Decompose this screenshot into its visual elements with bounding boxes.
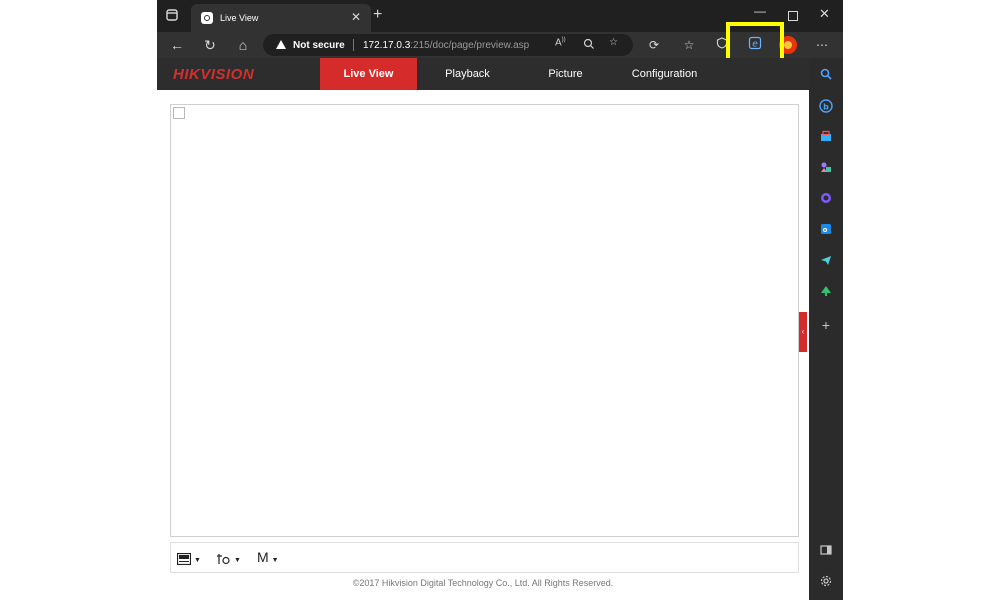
maximize-button[interactable] bbox=[788, 11, 798, 21]
site-favicon-icon bbox=[201, 12, 213, 24]
tab-live-view[interactable]: Live View bbox=[320, 58, 417, 90]
chevron-down-icon: ▼ bbox=[234, 557, 241, 564]
add-icon[interactable]: + bbox=[819, 318, 833, 332]
warning-icon bbox=[276, 40, 286, 49]
tree-icon[interactable] bbox=[819, 285, 833, 299]
url-host: 172.17.0.3 bbox=[363, 40, 411, 51]
games-icon[interactable] bbox=[819, 161, 833, 175]
web-page: HIKVISION Live View Playback Picture Con… bbox=[157, 58, 809, 600]
copyright-footer: ©2017 Hikvision Digital Technology Co., … bbox=[352, 578, 614, 588]
favorites-icon[interactable]: ☆ bbox=[680, 36, 698, 54]
bing-icon[interactable]: b bbox=[819, 99, 833, 113]
tab-close-icon[interactable]: ✕ bbox=[351, 10, 361, 24]
address-divider bbox=[353, 39, 354, 51]
add-favorite-icon[interactable]: ☆ bbox=[609, 37, 618, 48]
broken-image-icon bbox=[173, 107, 185, 119]
minimize-button[interactable]: — bbox=[754, 4, 766, 18]
back-icon[interactable]: ← bbox=[168, 36, 186, 54]
tab-actions-icon[interactable] bbox=[165, 8, 181, 24]
browser-tab[interactable]: Live View ✕ bbox=[191, 4, 371, 32]
extensions-icon[interactable]: ⟳ bbox=[645, 36, 663, 54]
hikvision-logo: HIKVISION bbox=[173, 66, 255, 83]
url-path: :215/doc/page/preview.asp bbox=[410, 40, 530, 51]
tab-title: Live View bbox=[220, 13, 259, 23]
shopping-icon[interactable] bbox=[819, 130, 833, 144]
security-indicator[interactable]: Not secure bbox=[293, 40, 345, 51]
sidebar-toggle-icon[interactable] bbox=[819, 544, 833, 558]
settings-icon[interactable] bbox=[819, 575, 833, 589]
mode-button[interactable]: M ▼ bbox=[257, 549, 279, 565]
copilot-icon[interactable] bbox=[819, 192, 833, 206]
highlight-box bbox=[726, 22, 784, 62]
browser-window: Live View ✕ + — ✕ ← ↻ ⌂ Not secure 172.1… bbox=[157, 0, 843, 600]
reload-icon[interactable]: ↻ bbox=[201, 36, 219, 54]
mode-label: M bbox=[257, 549, 269, 565]
url-text[interactable]: 172.17.0.3:215/doc/page/preview.asp bbox=[363, 40, 529, 51]
address-bar[interactable]: Not secure 172.17.0.3:215/doc/page/previ… bbox=[263, 34, 633, 56]
tab-playback[interactable]: Playback bbox=[419, 58, 516, 90]
app-header: HIKVISION Live View Playback Picture Con… bbox=[157, 58, 809, 90]
window-layout-button[interactable]: ▼ bbox=[176, 551, 201, 565]
chevron-down-icon: ▼ bbox=[194, 557, 201, 564]
svg-text:b: b bbox=[823, 103, 829, 112]
close-window-button[interactable]: ✕ bbox=[819, 6, 830, 22]
collapse-panel-handle[interactable]: ‹ bbox=[799, 312, 807, 352]
home-icon[interactable]: ⌂ bbox=[234, 36, 252, 54]
live-view-area[interactable] bbox=[170, 104, 799, 537]
outlook-icon[interactable]: o bbox=[819, 223, 833, 237]
new-tab-button[interactable]: + bbox=[373, 7, 382, 23]
more-icon[interactable]: ⋯ bbox=[813, 36, 831, 54]
edge-sidebar: b o + bbox=[809, 58, 843, 600]
telegram-icon[interactable] bbox=[819, 254, 833, 268]
zoom-icon[interactable] bbox=[583, 37, 595, 54]
chevron-down-icon: ▼ bbox=[271, 557, 279, 564]
tab-configuration[interactable]: Configuration bbox=[616, 58, 713, 90]
stream-type-button[interactable]: ▼ bbox=[217, 551, 241, 565]
tab-picture[interactable]: Picture bbox=[517, 58, 614, 90]
search-icon[interactable] bbox=[819, 68, 833, 82]
read-aloud-icon[interactable]: A)) bbox=[555, 37, 566, 48]
playback-controls: ▼ ▼ M ▼ bbox=[170, 542, 799, 573]
svg-text:o: o bbox=[823, 226, 828, 234]
